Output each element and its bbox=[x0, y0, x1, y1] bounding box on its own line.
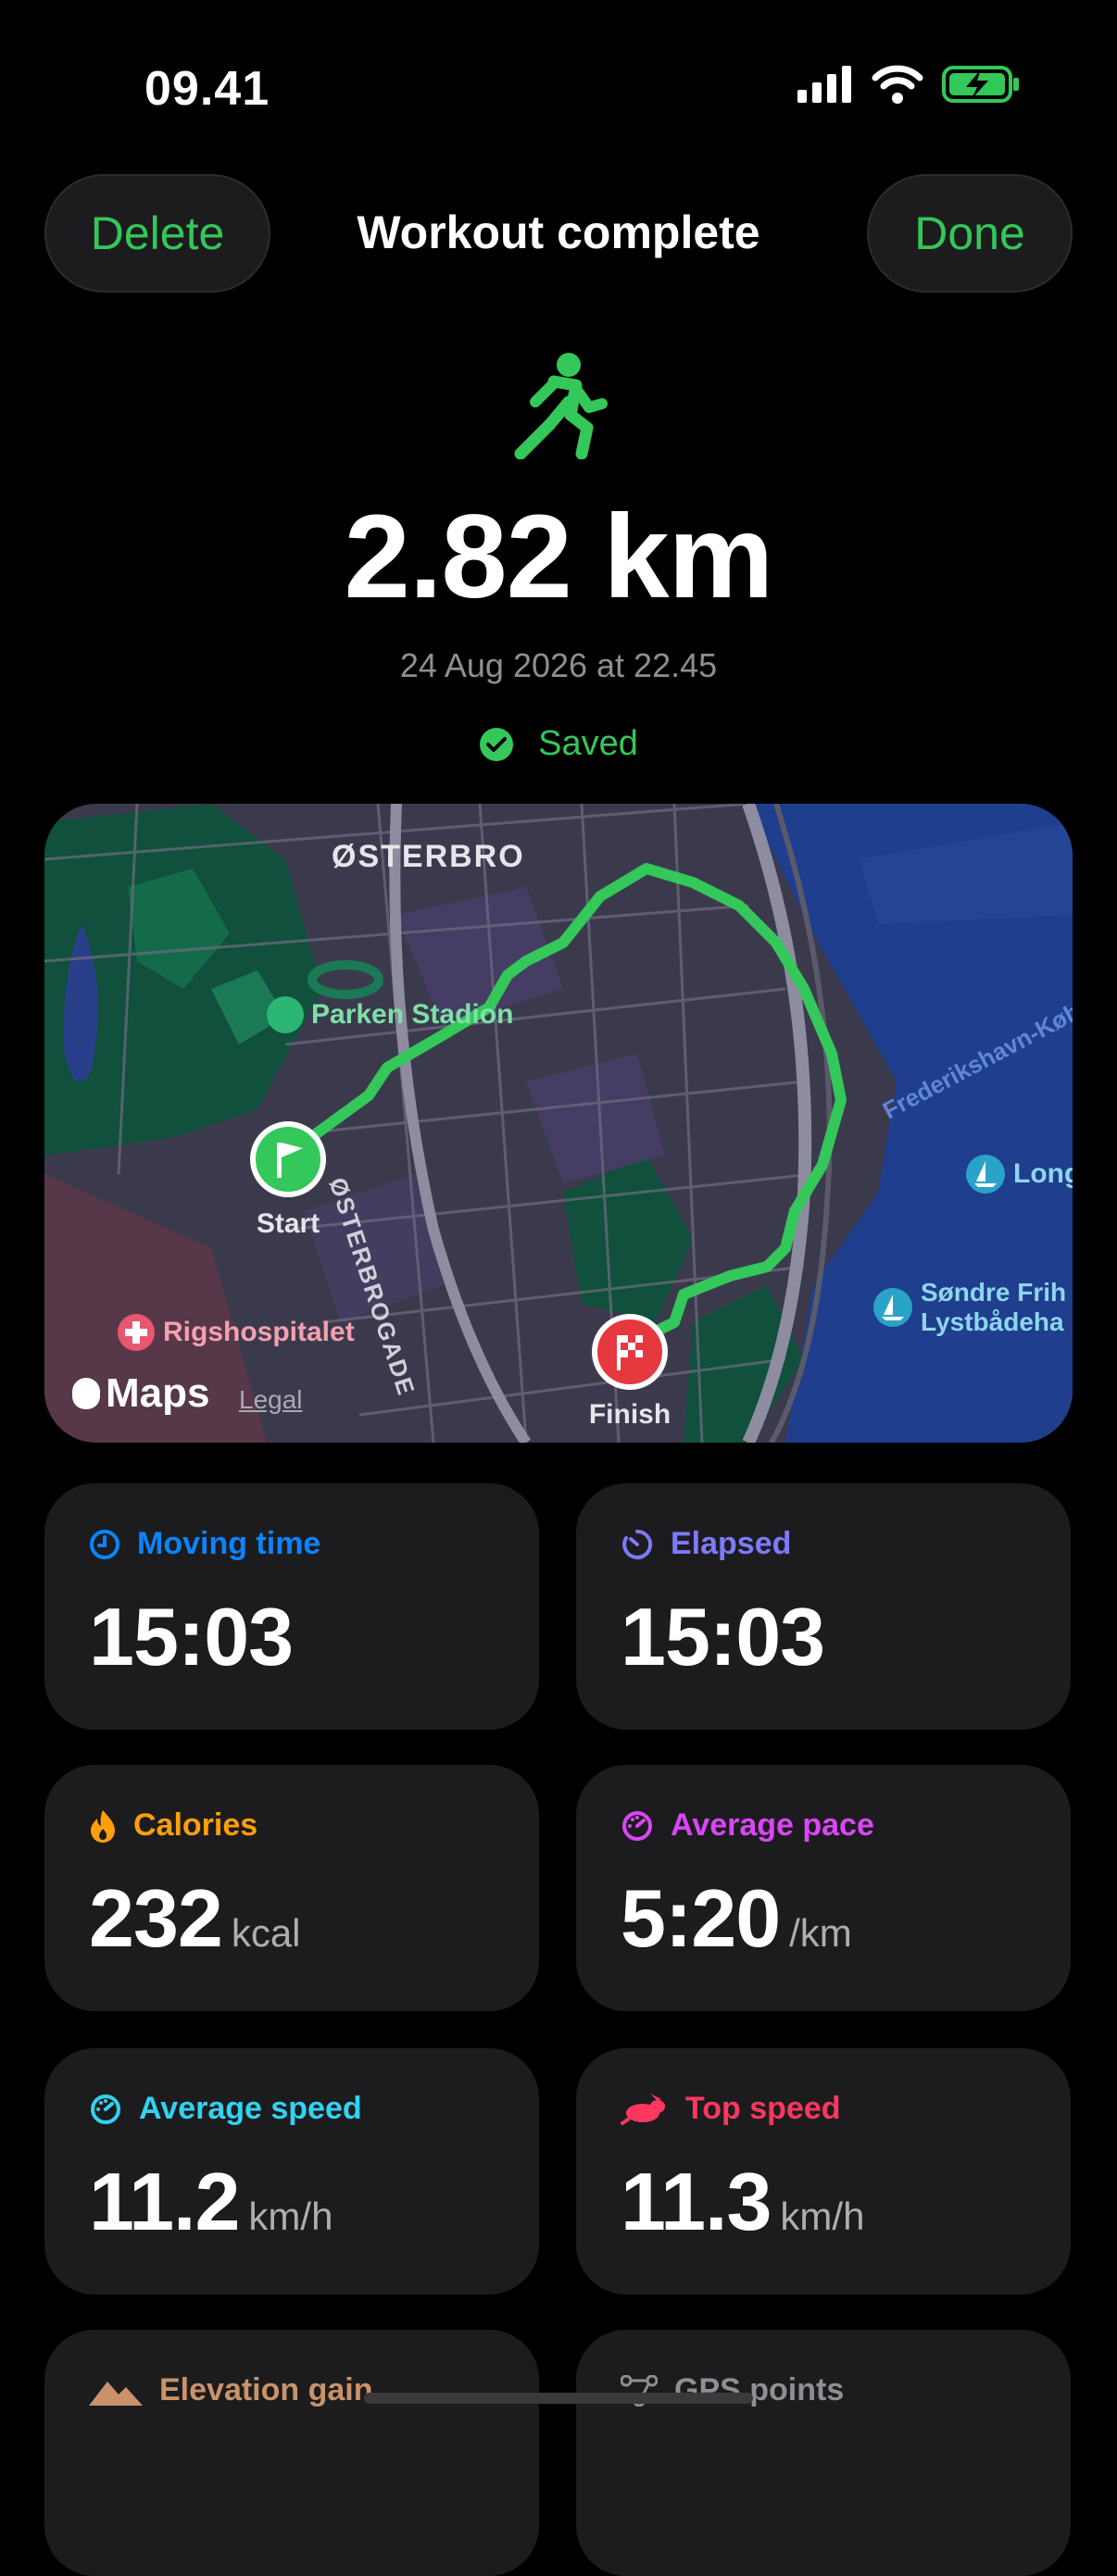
flame-icon bbox=[91, 1809, 115, 1843]
stat-card-average-speed: Average speed 11.2 km/h bbox=[44, 2048, 539, 2295]
distance-value: 2.82 km bbox=[344, 491, 774, 623]
stat-card-moving-time: Moving time 15:03 bbox=[44, 1483, 539, 1730]
map-label-hospital: Rigshospitalet bbox=[163, 1317, 355, 1347]
stat-label: Moving time bbox=[137, 1526, 321, 1561]
maps-brand-label: Maps bbox=[106, 1370, 210, 1416]
stadium-icon bbox=[267, 996, 304, 1033]
route-map[interactable]: ØSTERBRO Parken Stadion ØSTERBROGADE Rig… bbox=[44, 804, 1073, 1443]
signal-icon bbox=[797, 66, 851, 103]
stat-label: Top speed bbox=[685, 2091, 841, 2126]
saved-status: Saved bbox=[0, 724, 1117, 764]
timer-icon bbox=[622, 1529, 653, 1559]
status-icons bbox=[797, 65, 1020, 104]
stat-card-gps-points: GPS points bbox=[576, 2330, 1071, 2576]
delete-button[interactable]: Delete bbox=[44, 174, 270, 293]
stat-card-elevation-gain: Elevation gain bbox=[44, 2330, 539, 2576]
start-label: Start bbox=[256, 1208, 320, 1239]
home-indicator[interactable] bbox=[364, 2393, 753, 2404]
stat-value: 11.3 bbox=[621, 2156, 772, 2247]
map-poi-hospital[interactable]: Rigshospitalet bbox=[117, 1313, 355, 1352]
stat-label: Elapsed bbox=[671, 1526, 792, 1561]
stat-card-elapsed: Elapsed 15:03 bbox=[576, 1483, 1071, 1730]
mountain-icon bbox=[89, 2381, 143, 2406]
wifi-icon bbox=[872, 65, 923, 104]
page-title: Workout complete bbox=[357, 206, 760, 258]
map-label-stadium: Parken Stadion bbox=[311, 999, 514, 1030]
workout-datetime: 24 Aug 2026 at 22.45 bbox=[399, 646, 718, 684]
start-marker[interactable]: Start bbox=[246, 1120, 330, 1240]
stat-label: Calories bbox=[133, 1807, 258, 1843]
done-button[interactable]: Done bbox=[867, 174, 1073, 293]
stat-value: 232 bbox=[89, 1872, 223, 1964]
stat-value: 11.2 bbox=[89, 2156, 240, 2247]
map-poi-marina-2[interactable]: Søndre Frih Lystbådeha bbox=[872, 1278, 1066, 1337]
clock-icon bbox=[90, 1529, 119, 1559]
flag-icon bbox=[250, 1121, 326, 1197]
stat-card-top-speed: Top speed 11.3 km/h bbox=[576, 2048, 1071, 2295]
stat-card-calories: Calories 232 kcal bbox=[44, 1765, 539, 2011]
running-icon bbox=[514, 353, 608, 459]
checkered-flag-icon bbox=[592, 1314, 668, 1390]
speedometer-icon bbox=[91, 2094, 120, 2124]
map-label-place-2b: Lystbådeha bbox=[921, 1307, 1064, 1336]
stat-label: Average speed bbox=[139, 2091, 362, 2126]
stat-card-average-pace: Average pace 5:20/km bbox=[576, 1765, 1071, 2011]
map-label-place-2a: Søndre Frih bbox=[921, 1278, 1067, 1307]
map-label-district: ØSTERBRO bbox=[332, 839, 525, 874]
map-label-place-1: Long bbox=[1013, 1158, 1073, 1189]
status-time: 09.41 bbox=[144, 62, 270, 116]
gauge-icon bbox=[622, 1810, 652, 1841]
finish-marker[interactable]: Finish bbox=[574, 1313, 685, 1431]
finish-label: Finish bbox=[588, 1399, 671, 1430]
apple-logo-icon bbox=[72, 1378, 100, 1409]
stat-unit: km/h bbox=[780, 2195, 865, 2238]
sailboat-icon bbox=[966, 1155, 1005, 1194]
stat-value: 5:20 bbox=[621, 1872, 781, 1964]
stat-label: Average pace bbox=[671, 1807, 874, 1843]
hare-icon bbox=[621, 2093, 665, 2125]
stat-value: 15:03 bbox=[89, 1591, 294, 1682]
sailboat-icon bbox=[873, 1288, 912, 1327]
stat-unit: /km bbox=[789, 1911, 852, 1955]
checkmark-circle-icon bbox=[480, 727, 514, 761]
stat-value: 15:03 bbox=[621, 1591, 825, 1682]
stat-unit: kcal bbox=[231, 1911, 301, 1955]
saved-label: Saved bbox=[538, 724, 638, 763]
legal-link[interactable]: Legal bbox=[239, 1385, 303, 1415]
stat-label: Elevation gain bbox=[159, 2372, 373, 2407]
hospital-icon bbox=[118, 1314, 155, 1351]
map-poi-stadium[interactable]: Parken Stadion bbox=[267, 996, 513, 1033]
maps-logo: Maps bbox=[72, 1370, 209, 1417]
map-poi-marina-1[interactable]: Long bbox=[965, 1154, 1073, 1194]
battery-charging-icon bbox=[942, 66, 1019, 103]
stat-unit: km/h bbox=[248, 2195, 333, 2238]
